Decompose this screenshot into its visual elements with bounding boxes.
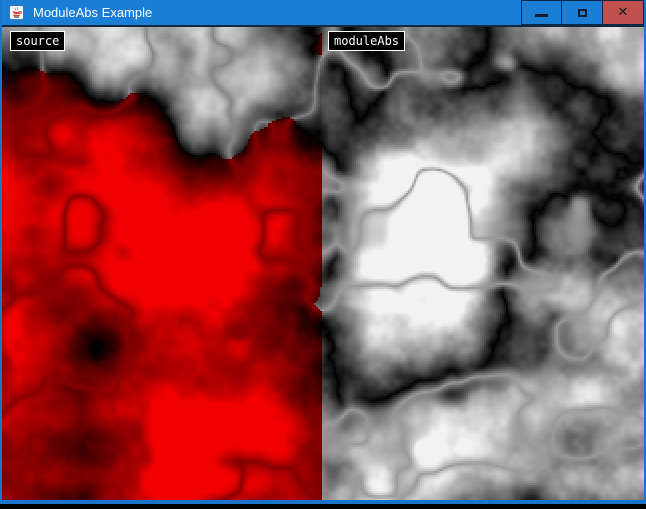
java-coffee-cup-icon bbox=[9, 5, 24, 20]
client-area: source moduleAbs bbox=[2, 27, 644, 500]
maximize-icon bbox=[578, 9, 587, 17]
noise-render-canvas bbox=[2, 27, 644, 500]
maximize-button[interactable] bbox=[562, 0, 603, 25]
titlebar: ModuleAbs Example ✕ bbox=[2, 0, 644, 27]
window-controls: ✕ bbox=[521, 0, 644, 25]
source-panel-label: source bbox=[10, 31, 65, 51]
minimize-icon bbox=[535, 14, 548, 17]
app-window: ModuleAbs Example ✕ source moduleAbs bbox=[0, 0, 646, 504]
close-icon: ✕ bbox=[618, 6, 629, 19]
minimize-button[interactable] bbox=[521, 0, 562, 25]
close-button[interactable]: ✕ bbox=[603, 0, 644, 25]
window-title: ModuleAbs Example bbox=[33, 5, 152, 20]
moduleabs-panel-label: moduleAbs bbox=[328, 31, 405, 51]
